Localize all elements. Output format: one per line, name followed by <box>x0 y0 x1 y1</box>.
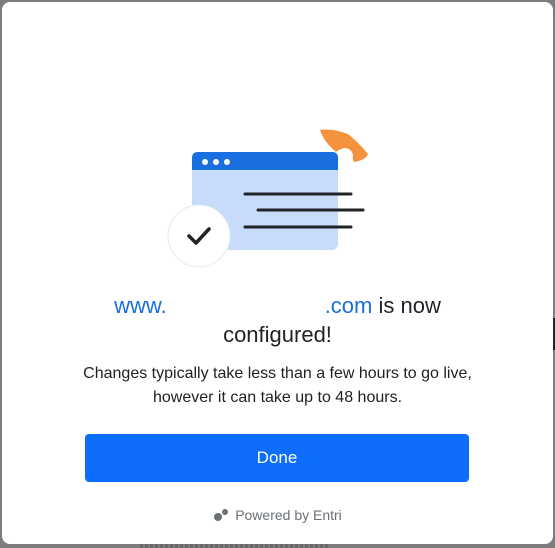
title-line-2: configured! <box>223 322 332 347</box>
success-dialog: www. .com is now configured! Changes typi… <box>2 2 553 544</box>
domain-prefix[interactable]: www. <box>114 293 167 318</box>
powered-by[interactable]: Powered by Entri <box>2 505 553 525</box>
entri-logo-icon <box>214 509 229 521</box>
done-button[interactable]: Done <box>85 434 469 482</box>
check-badge <box>167 204 231 268</box>
dialog-title: www. .com is now <box>2 292 553 320</box>
title-tail: is now <box>372 293 441 318</box>
powered-by-label: Powered by Entri <box>235 507 342 523</box>
browser-window-illustration <box>167 129 368 268</box>
dialog-subtitle: Changes typically take less than a few h… <box>83 365 472 406</box>
domain-suffix[interactable]: .com <box>325 293 373 318</box>
